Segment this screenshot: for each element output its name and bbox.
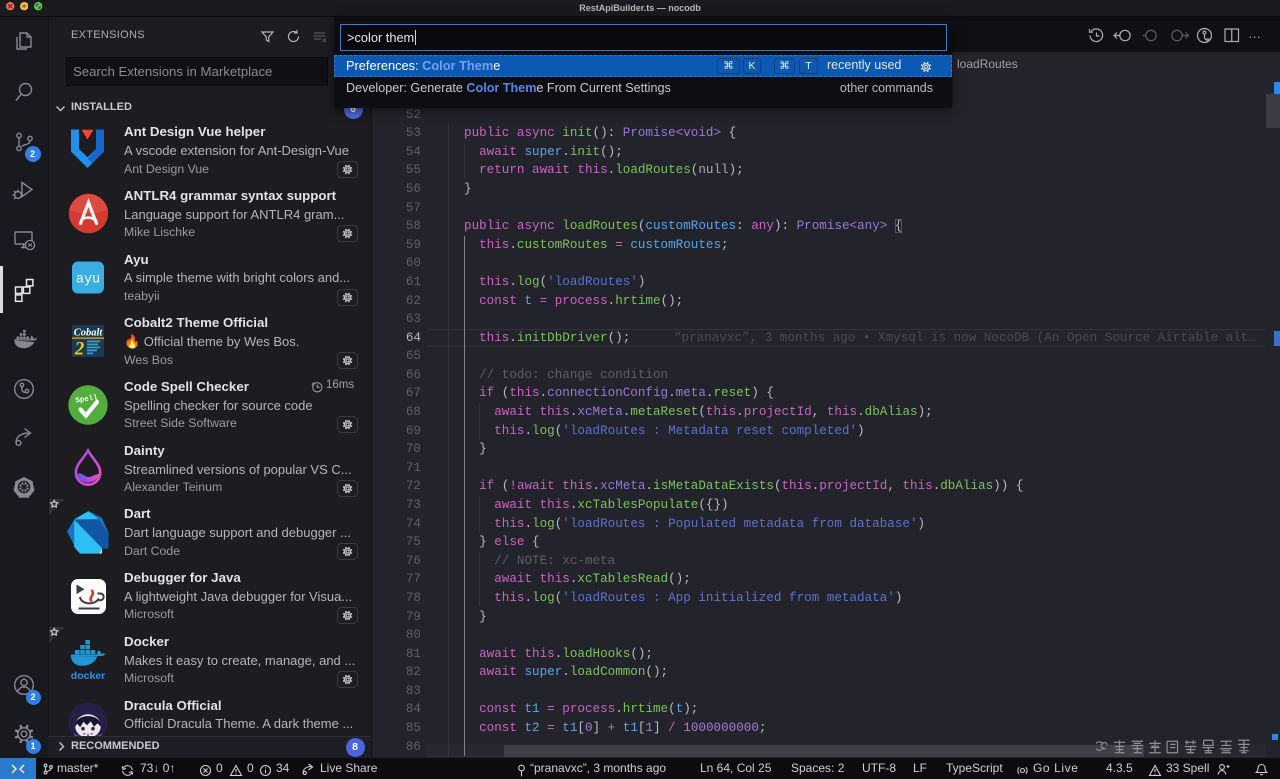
svg-text:ayu: ayu — [76, 272, 100, 287]
svg-text:Cobalt: Cobalt — [74, 328, 104, 339]
svg-text:docker: docker — [71, 670, 105, 682]
svg-text:2: 2 — [74, 339, 85, 360]
